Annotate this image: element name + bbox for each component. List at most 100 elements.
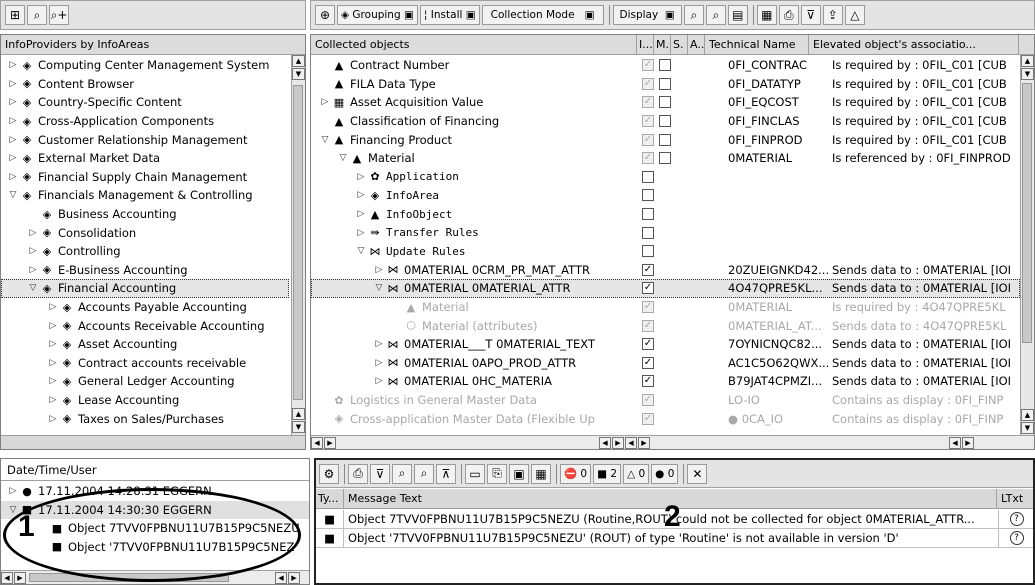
tree-item[interactable]: ▷ ◈ General Ledger Accounting (1, 372, 289, 391)
filter-icon[interactable]: ⊽ (370, 463, 390, 484)
save-icon[interactable]: ▣ (509, 463, 529, 484)
expand-toggle-icon[interactable]: ▽ (355, 246, 367, 256)
install-checkbox[interactable]: ✓ (642, 394, 654, 407)
expand-toggle-icon[interactable]: ▷ (7, 486, 19, 496)
tree-item[interactable]: ▷ ◈ Consolidation (1, 223, 289, 242)
install-checkbox[interactable] (642, 170, 654, 183)
tree-hscroll[interactable] (1, 435, 305, 449)
find-next-icon[interactable]: ⌕ (705, 5, 726, 25)
col-collected-objects[interactable]: Collected objects (311, 35, 637, 54)
tree-item[interactable]: ▷ ◈ Asset Accounting (1, 335, 289, 354)
tree-item[interactable]: ◈ Business Accounting (1, 205, 289, 224)
col-a[interactable]: A.. (688, 35, 705, 54)
expand-toggle-icon[interactable]: ▷ (355, 190, 367, 200)
grid-row[interactable]: ▷ ⇛ Transfer Rules (311, 223, 1020, 242)
find-icon[interactable]: ⌕ (392, 463, 412, 484)
scroll-up-icon[interactable]: ▲ (1021, 409, 1034, 421)
grid-icon[interactable]: ▦ (531, 463, 551, 484)
grid-row[interactable]: ▲ Classification of Financing ✓ 0FI_FINCLAS… (311, 112, 1020, 131)
grid-row[interactable]: ✿ Logistics in General Master Data ✓ LO-IO C… (311, 391, 1020, 410)
install-checkbox[interactable] (642, 226, 654, 239)
grid-row[interactable]: ▷ ◈ InfoArea (311, 186, 1020, 205)
install-checkbox[interactable]: ✓ (642, 115, 654, 128)
grid-hscroll[interactable]: ◀ ▶ ◀ ▶ ◀ ▶ ◀ ▶ (311, 435, 1034, 449)
expand-toggle-icon[interactable]: ▷ (47, 358, 59, 368)
install-checkbox[interactable]: ✓ (642, 77, 654, 90)
filter-icon[interactable]: ⊽ (800, 5, 821, 25)
expand-toggle-icon[interactable]: ▷ (7, 116, 19, 126)
scroll-right-icon[interactable]: ▶ (962, 436, 974, 449)
install-checkbox[interactable]: ✓ (642, 282, 654, 295)
tree-item[interactable]: ▽ ◈ Financial Accounting (1, 279, 289, 298)
refresh-icon[interactable]: ⊕ (315, 5, 335, 25)
scroll-up-icon[interactable]: ▲ (292, 408, 305, 420)
merge-checkbox[interactable] (659, 77, 671, 90)
tree-item[interactable]: ▷ ◈ Content Browser (1, 75, 289, 94)
expand-toggle-icon[interactable]: ▽ (373, 283, 385, 293)
scroll-thumb[interactable] (1022, 83, 1032, 343)
install-button[interactable]: ¦ Install ▣ (419, 5, 480, 25)
grid-row[interactable]: ▲ Contract Number ✓ 0FI_CONTRAC Is required … (311, 56, 1020, 75)
install-checkbox[interactable] (642, 208, 654, 221)
grid-row[interactable]: ▷ ▦ Asset Acquisition Value ✓ 0FI_EQCOST Is r… (311, 93, 1020, 112)
grid-row[interactable]: ▲ Material ✓ 0MATERIAL Is required by : 4O47… (311, 298, 1020, 317)
scroll-up-icon[interactable]: ▲ (1021, 55, 1034, 67)
expand-toggle-icon[interactable]: ▷ (7, 79, 19, 89)
expand-toggle-icon[interactable]: ▷ (27, 228, 39, 238)
col-type[interactable]: Ty... (316, 489, 344, 508)
grid-row[interactable]: ▽ ⋈ 0MATERIAL 0MATERIAL_ATTR ✓ 4O47QPRE5KL..… (311, 279, 1020, 298)
scroll-right-icon[interactable]: ▶ (288, 571, 300, 584)
tree-item[interactable]: ▷ ◈ Taxes on Sales/Purchases (1, 409, 289, 428)
grid-row[interactable]: ▽ ⋈ Update Rules (311, 242, 1020, 261)
install-checkbox[interactable]: ✓ (642, 152, 654, 165)
find-next-icon[interactable]: ⌕+ (49, 5, 69, 25)
scroll-down-icon[interactable]: ▼ (1021, 422, 1034, 434)
scroll-left-icon[interactable]: ◀ (275, 571, 287, 584)
document-icon[interactable]: ▭ (465, 463, 485, 484)
install-checkbox[interactable]: ✓ (642, 263, 654, 276)
up-icon[interactable]: △ (844, 5, 865, 25)
grid-row[interactable]: ▷ ⋈ 0MATERIAL 0APO_PROD_ATTR ✓ AC1C5O62QWX..… (311, 354, 1020, 373)
expand-toggle-icon[interactable]: ▷ (7, 135, 19, 145)
scroll-right-icon[interactable]: ▶ (324, 436, 336, 449)
tree-item[interactable]: ▷ ◈ Lease Accounting (1, 391, 289, 410)
install-checkbox[interactable]: ✓ (642, 133, 654, 146)
details-icon[interactable]: ▤ (727, 5, 748, 25)
expand-toggle-icon[interactable]: ▷ (47, 321, 59, 331)
scroll-right-icon[interactable]: ▶ (612, 436, 624, 449)
expand-toggle-icon[interactable]: ▷ (7, 172, 19, 182)
tree-vscroll[interactable]: ▲ ▼ ▲ ▼ (291, 55, 305, 435)
expand-toggle-icon[interactable]: ▽ (319, 135, 331, 145)
expand-toggle-icon[interactable]: ▷ (47, 414, 59, 424)
expand-toggle-icon[interactable]: ▷ (47, 395, 59, 405)
expand-toggle-icon[interactable]: ▷ (355, 209, 367, 219)
grid-row[interactable]: ▲ FILA Data Type ✓ 0FI_DATATYP Is required b… (311, 75, 1020, 94)
tree-item[interactable]: ▷ ◈ External Market Data (1, 149, 289, 168)
find-next-icon[interactable]: ⌕ (414, 463, 434, 484)
expand-toggle-icon[interactable]: ▷ (373, 265, 385, 275)
tree-item[interactable]: ▷ ◈ Computing Center Management System (1, 56, 289, 75)
col-technical-name[interactable]: Technical Name (705, 35, 809, 54)
tree-item[interactable]: ▷ ◈ Accounts Payable Accounting (1, 298, 289, 317)
grid-row[interactable]: ▽ ▲ Material ✓ 0MATERIAL Is referenced by : 0… (311, 149, 1020, 168)
install-checkbox[interactable]: ✓ (642, 338, 654, 351)
scroll-left-icon[interactable]: ◀ (949, 436, 961, 449)
expand-toggle-icon[interactable]: ▷ (355, 172, 367, 182)
grid-row[interactable]: ▽ ▲ Financing Product ✓ 0FI_FINPROD Is requir… (311, 130, 1020, 149)
expand-toggle-icon[interactable]: ▷ (27, 246, 39, 256)
export-icon[interactable]: ⎙ (778, 5, 799, 25)
scroll-left-icon[interactable]: ◀ (1, 571, 13, 584)
collection-mode-button[interactable]: Collection Mode ▣ (481, 5, 604, 25)
grid-row[interactable]: ▷ ▲ InfoObject (311, 205, 1020, 224)
install-checkbox[interactable]: ✓ (642, 356, 654, 369)
merge-checkbox[interactable] (659, 152, 671, 165)
expand-toggle-icon[interactable]: ▷ (47, 302, 59, 312)
technical-info-icon[interactable]: ⚙ (319, 463, 339, 484)
warning-filter-button[interactable]: △ 0 (623, 463, 650, 484)
grid-row[interactable]: ▷ ⋈ 0MATERIAL___T 0MATERIAL_TEXT ✓ 7OYNICNQC… (311, 335, 1020, 354)
help-icon[interactable]: ? (1009, 511, 1024, 526)
merge-checkbox[interactable] (659, 59, 671, 72)
grid-row[interactable]: ▷ ⋈ 0MATERIAL 0CRM_PR_MAT_ATTR ✓ 20ZUEIGNKD4… (311, 261, 1020, 280)
expand-toggle-icon[interactable]: ▽ (27, 283, 39, 293)
expand-toggle-icon[interactable]: ▷ (7, 97, 19, 107)
